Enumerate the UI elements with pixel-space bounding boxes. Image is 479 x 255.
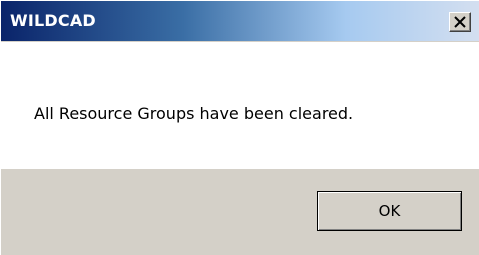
message-area: All Resource Groups have been cleared. (1, 42, 479, 169)
close-button[interactable] (449, 12, 471, 32)
button-bar: OK (1, 169, 479, 255)
window-title: WILDCAD (10, 11, 96, 30)
close-icon (454, 16, 466, 28)
message-text: All Resource Groups have been cleared. (34, 104, 354, 123)
ok-button[interactable]: OK (317, 191, 462, 231)
title-bar: WILDCAD (1, 1, 479, 42)
message-dialog: WILDCAD All Resource Groups have been cl… (0, 0, 479, 255)
